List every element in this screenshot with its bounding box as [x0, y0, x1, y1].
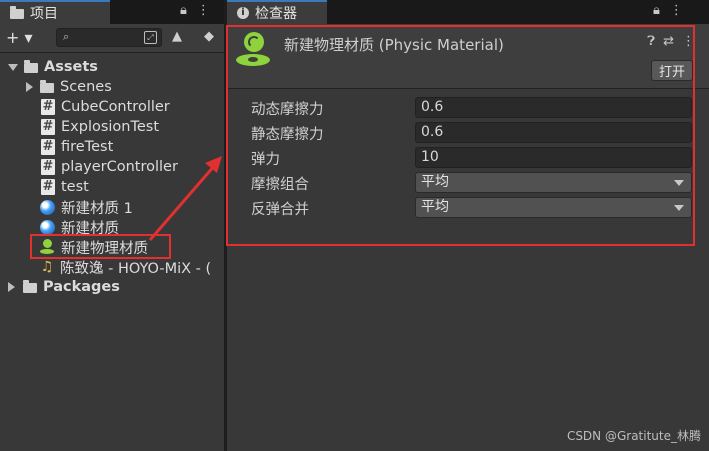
script-icon: # [41, 99, 55, 115]
tree-item-assets[interactable]: Assets [0, 57, 224, 77]
property-dynamic-friction: 动态摩擦力 0.6 [227, 97, 709, 119]
material-sphere-icon [40, 219, 55, 235]
dropdown-value: 平均 [421, 199, 449, 215]
property-label: 摩擦组合 [251, 177, 309, 193]
tree-item-label: Assets [44, 59, 98, 75]
static-friction-field[interactable]: 0.6 [415, 122, 692, 143]
tree-item-material[interactable]: 新建材质 1 [0, 197, 224, 217]
tree-item-label: CubeController [61, 99, 170, 115]
collapse-arrow-icon[interactable] [26, 82, 33, 92]
tree-item-label: fireTest [61, 139, 114, 155]
more-options-icon[interactable]: ⋮ [197, 3, 210, 18]
project-tab-tools: 🔒︎ ⋮ [180, 3, 210, 18]
property-label: 动态摩擦力 [251, 102, 324, 118]
tree-item-packages[interactable]: Packages [0, 277, 224, 297]
lock-icon[interactable]: 🔒︎ [180, 3, 187, 18]
property-label: 静态摩擦力 [251, 127, 324, 143]
script-icon: # [41, 139, 55, 155]
lock-icon[interactable]: 🔒︎ [653, 3, 660, 18]
inspector-tab-tools: 🔒︎ ⋮ [653, 3, 683, 18]
tree-item-label: 陈致逸 - HOYO-MiX - ( [60, 260, 212, 277]
tree-item-script[interactable]: # test [0, 177, 224, 197]
property-bounciness: 弹力 10 [227, 147, 709, 169]
script-icon: # [41, 159, 55, 175]
tab-inspector[interactable]: i 检查器 [227, 0, 327, 24]
watermark: CSDN @Gratitute_林腾 [566, 429, 701, 443]
tree-item-label: playerController [61, 159, 178, 175]
expand-arrow-icon[interactable] [8, 63, 18, 71]
more-options-icon[interactable]: ⋮ [682, 34, 695, 49]
property-static-friction: 静态摩擦力 0.6 [227, 122, 709, 144]
property-bounce-combine: 反弹合并 平均 [227, 197, 709, 219]
open-button[interactable]: 打开 [651, 60, 693, 81]
tree-item-script[interactable]: # CubeController [0, 97, 224, 117]
friction-combine-dropdown[interactable]: 平均 [415, 172, 692, 193]
tab-project[interactable]: 项目 [0, 0, 110, 24]
tree-item-audio[interactable]: ♫ 陈致逸 - HOYO-MiX - ( [0, 257, 224, 277]
property-friction-combine: 摩擦组合 平均 [227, 172, 709, 194]
audio-clip-icon: ♫ [40, 259, 54, 275]
help-icon[interactable]: ❓︎ [647, 34, 655, 49]
inspector-header: 新建物理材质 (Physic Material) ❓︎ ⇄ ⋮ 打开 [227, 24, 709, 89]
physic-material-icon [235, 32, 271, 68]
chevron-down-icon [674, 205, 684, 211]
inspector-panel: i 检查器 🔒︎ ⋮ 新建物理材质 (Physic Material) ❓︎ ⇄… [227, 0, 709, 451]
tree-item-label: Scenes [60, 79, 112, 95]
tree-item-script[interactable]: # playerController [0, 157, 224, 177]
header-tools: ❓︎ ⇄ ⋮ [647, 34, 695, 49]
filter-by-label-icon[interactable]: ◆ [204, 29, 214, 44]
chevron-down-icon [674, 180, 684, 186]
tree-item-label: Packages [43, 279, 120, 295]
tab-inspector-label: 检查器 [255, 6, 297, 22]
tree-item-script[interactable]: # fireTest [0, 137, 224, 157]
folder-icon [40, 80, 54, 93]
add-asset-button[interactable]: + ▾ [6, 28, 33, 47]
project-tabbar: 项目 🔒︎ ⋮ [0, 0, 224, 24]
search-icon: ⌕ [63, 30, 70, 43]
folder-icon [24, 60, 38, 73]
more-options-icon[interactable]: ⋮ [670, 3, 683, 18]
property-label: 反弹合并 [251, 202, 309, 218]
script-icon: # [41, 179, 55, 195]
tree-item-label: 新建材质 1 [61, 200, 133, 217]
dynamic-friction-field[interactable]: 0.6 [415, 97, 692, 118]
tree-item-scenes[interactable]: Scenes [0, 77, 224, 97]
tree-item-label: test [61, 179, 89, 195]
inspector-tabbar: i 检查器 🔒︎ ⋮ [227, 0, 709, 24]
selected-asset-highlight [30, 234, 171, 259]
inspector-title: 新建物理材质 (Physic Material) [284, 36, 504, 54]
info-icon: i [237, 7, 249, 19]
bounciness-field[interactable]: 10 [415, 147, 692, 168]
folder-icon [10, 6, 24, 19]
material-sphere-icon [40, 199, 55, 215]
property-label: 弹力 [251, 152, 280, 168]
search-input[interactable] [77, 30, 145, 46]
dropdown-value: 平均 [421, 174, 449, 190]
project-panel: 项目 🔒︎ ⋮ + ▾ ⌕ ⤢ ▲ ◆ Assets Scenes # Cube… [0, 0, 224, 451]
search-box[interactable]: ⌕ ⤢ [56, 28, 162, 47]
tree-item-script[interactable]: # ExplosionTest [0, 117, 224, 137]
bounce-combine-dropdown[interactable]: 平均 [415, 197, 692, 218]
preset-icon[interactable]: ⇄ [663, 34, 674, 49]
tab-project-label: 项目 [30, 6, 58, 22]
filter-by-type-icon[interactable]: ▲ [172, 29, 182, 44]
project-toolbar: + ▾ ⌕ ⤢ ▲ ◆ [0, 24, 224, 53]
folder-icon [23, 280, 37, 293]
tree-item-label: ExplosionTest [61, 119, 160, 135]
search-by-type-icon[interactable]: ⤢ [144, 31, 157, 44]
script-icon: # [41, 119, 55, 135]
collapse-arrow-icon[interactable] [8, 282, 15, 292]
